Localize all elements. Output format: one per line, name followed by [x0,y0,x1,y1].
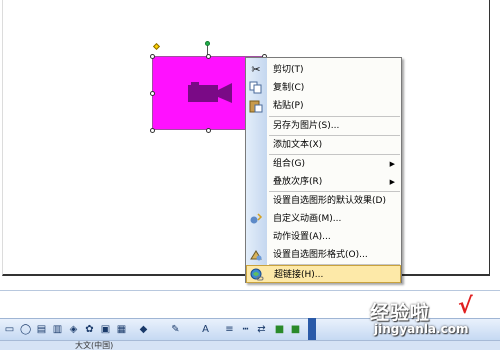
paste-icon [249,99,263,113]
3d-icon[interactable]: ■ [290,324,301,335]
menu-item-label: 设置自选图形格式(O)... [273,250,368,260]
menu-item-label: 组合(G) [273,159,305,169]
menu-item-label: 粘贴(P) [273,101,304,111]
menu-item-action-settings[interactable]: 动作设置(A)... [246,228,401,246]
line-style-icon[interactable]: ≡ [224,324,235,335]
line-color-icon[interactable]: ✎ [170,324,181,335]
menu-item-label: 超链接(H)... [274,270,324,280]
resize-handle-left[interactable] [150,91,155,96]
picture-icon[interactable]: ▦ [116,324,127,335]
font-color-icon[interactable]: A [200,324,211,335]
menu-item-label: 添加文本(X) [273,140,323,150]
menu-item-save-as-picture[interactable]: 另存为图片(S)... [246,117,401,135]
vertical-textbox-icon[interactable]: ▥ [52,324,63,335]
menu-item-format-shape[interactable]: 设置自选图形格式(O)... [246,246,401,264]
menu-item-paste[interactable]: 粘贴(P) [246,97,401,115]
shadow-icon[interactable]: ■ [274,324,285,335]
check-mark-icon: √ [458,294,473,319]
context-menu: ✂ 剪切(T) 复制(C) 粘贴(P) 另存为图片(S)... 添加文本(X) … [245,57,402,283]
scissors-icon: ✂ [251,63,261,76]
resize-handle-bottom[interactable] [206,128,211,133]
format-shape-icon [249,248,263,262]
menu-item-label: 自定义动画(M)... [273,214,342,224]
diagram-icon[interactable]: ✿ [84,324,95,335]
watermark-title: 经验啦 [370,302,431,324]
oval-icon[interactable]: ◯ [20,324,31,335]
dash-style-icon[interactable]: ┅ [240,324,251,335]
menu-item-group[interactable]: 组合(G) ▶ [246,155,401,173]
wordart-icon[interactable]: ◈ [68,324,79,335]
menu-item-label: 设置自选图形的默认效果(D) [273,196,386,206]
status-language: 大文(中国) [75,341,114,350]
menu-item-add-text[interactable]: 添加文本(X) [246,136,401,154]
menu-item-label: 另存为图片(S)... [273,121,340,131]
menu-item-label: 复制(C) [273,83,305,93]
rectangle-icon[interactable]: ▭ [4,324,15,335]
watermark-url: jingyanla.com [374,322,469,336]
resize-handle-top[interactable] [206,54,211,59]
menu-item-label: 叠放次序(R) [273,177,323,187]
menu-item-custom-animation[interactable]: 自定义动画(M)... [246,210,401,228]
arrow-style-icon[interactable]: ⇄ [256,324,267,335]
menu-item-copy[interactable]: 复制(C) [246,79,401,97]
hyperlink-icon [250,268,264,282]
resize-handle-bottom-left[interactable] [150,128,155,133]
resize-handle-top-left[interactable] [150,54,155,59]
toolbar-options-icon[interactable] [308,318,316,340]
menu-item-cut[interactable]: ✂ 剪切(T) [246,61,401,79]
menu-item-set-default-shape[interactable]: 设置自选图形的默认效果(D) [246,192,401,210]
submenu-arrow-icon: ▶ [389,178,395,186]
menu-item-order[interactable]: 叠放次序(R) ▶ [246,173,401,191]
menu-item-label: 剪切(T) [273,65,304,75]
video-camera-icon [188,82,232,103]
submenu-arrow-icon: ▶ [389,160,395,168]
custom-animation-icon [249,212,263,226]
copy-icon [249,81,263,95]
workspace-margin [490,0,500,290]
rotation-handle[interactable] [205,41,210,46]
textbox-icon[interactable]: ▤ [36,324,47,335]
menu-item-hyperlink[interactable]: 超链接(H)... [246,265,401,283]
fill-color-icon[interactable]: ◆ [138,324,149,335]
menu-item-label: 动作设置(A)... [273,232,331,242]
clipart-icon[interactable]: ▣ [100,324,111,335]
